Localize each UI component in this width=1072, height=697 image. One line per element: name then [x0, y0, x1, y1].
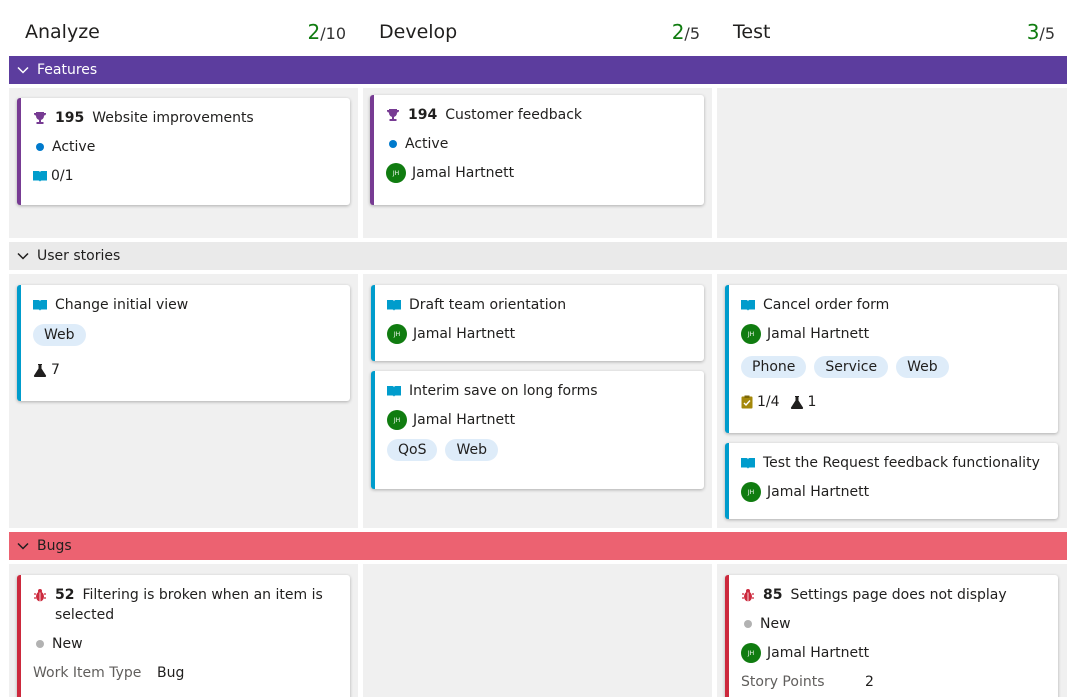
wip-count: 2/5 — [671, 20, 700, 44]
state-label: New — [52, 636, 83, 652]
column-header-test[interactable]: Test 3/5 — [717, 12, 1067, 52]
bug-icon — [742, 589, 754, 602]
work-item-id: 194 — [408, 107, 438, 123]
trophy-icon — [34, 112, 46, 124]
trophy-icon — [387, 109, 399, 121]
lane-header-user-stories[interactable]: User stories — [9, 242, 1067, 270]
lane-header-features[interactable]: Features — [9, 56, 1067, 84]
card-title[interactable]: 52 Filtering is broken when an item is se… — [55, 585, 338, 625]
book-icon — [387, 300, 401, 311]
card-story-cancel-order-form[interactable]: Cancel order form JH Jamal Hartnett Phon… — [725, 285, 1058, 433]
column-header-analyze[interactable]: Analyze 2/10 — [9, 12, 358, 52]
card-title[interactable]: Test the Request feedback functionality — [763, 453, 1040, 473]
tag[interactable]: QoS — [387, 439, 438, 461]
test-count[interactable]: 1 — [790, 394, 816, 410]
avatar: JH — [741, 482, 761, 502]
flask-icon — [33, 364, 47, 377]
column-title: Develop — [379, 21, 458, 43]
card-story-test-request-feedback[interactable]: Test the Request feedback functionality … — [725, 443, 1058, 519]
clipboard-check-icon — [741, 395, 753, 409]
column-header-develop[interactable]: Develop 2/5 — [363, 12, 712, 52]
card-title[interactable]: Customer feedback — [445, 105, 582, 125]
chevron-down-icon[interactable] — [17, 64, 29, 76]
child-progress[interactable]: 0/1 — [33, 168, 74, 184]
card-feature-194[interactable]: 194 Customer feedback Active JH Jamal Ha… — [370, 95, 704, 205]
column-title: Test — [733, 21, 771, 43]
field-value[interactable]: 2 — [865, 674, 874, 690]
assignee-name[interactable]: Jamal Hartnett — [413, 326, 515, 342]
avatar: JH — [741, 324, 761, 344]
cell-bugs-develop — [363, 564, 712, 697]
bug-icon — [34, 589, 46, 602]
field-value[interactable]: Bug — [157, 665, 184, 681]
book-icon — [741, 300, 755, 311]
work-item-id: 52 — [55, 587, 75, 603]
assignee-name[interactable]: Jamal Hartnett — [412, 165, 514, 181]
assignee-name[interactable]: Jamal Hartnett — [767, 645, 869, 661]
cell-features-test — [717, 88, 1067, 238]
field-label: Work Item Type — [33, 665, 142, 681]
card-title[interactable]: Change initial view — [55, 295, 188, 315]
book-icon — [33, 171, 47, 182]
tag[interactable]: Web — [445, 439, 499, 461]
state-label: Active — [405, 136, 449, 152]
card-title[interactable]: Settings page does not display — [790, 585, 1006, 605]
flask-icon — [790, 396, 803, 409]
assignee-name[interactable]: Jamal Hartnett — [413, 412, 515, 428]
book-icon — [387, 386, 401, 397]
state-label: Active — [52, 139, 96, 155]
tag[interactable]: Service — [814, 356, 889, 378]
card-title[interactable]: Interim save on long forms — [409, 381, 598, 401]
task-progress[interactable]: 1/4 — [741, 394, 780, 410]
card-title[interactable]: Draft team orientation — [409, 295, 566, 315]
card-feature-195[interactable]: 195 Website improvements Active 0/1 — [17, 98, 350, 205]
field-label: Story Points — [741, 674, 825, 690]
avatar: JH — [386, 163, 406, 183]
avatar: JH — [387, 410, 407, 430]
work-item-id: 85 — [763, 587, 783, 603]
lane-title: Features — [37, 62, 98, 78]
card-bug-85[interactable]: 85 Settings page does not display New JH… — [725, 575, 1058, 697]
state-new-icon — [744, 620, 752, 628]
lane-title: Bugs — [37, 538, 72, 554]
tag[interactable]: Phone — [741, 356, 807, 378]
state-active-icon — [389, 140, 397, 148]
chevron-down-icon[interactable] — [17, 540, 29, 552]
state-new-icon — [36, 640, 44, 648]
book-icon — [33, 300, 47, 311]
test-count[interactable]: 7 — [33, 362, 60, 378]
card-story-change-initial-view[interactable]: Change initial view Web 7 — [17, 285, 350, 401]
wip-count: 3/5 — [1026, 20, 1055, 44]
lane-title: User stories — [37, 248, 121, 264]
assignee-name[interactable]: Jamal Hartnett — [767, 484, 869, 500]
state-label: New — [760, 616, 791, 632]
avatar: JH — [387, 324, 407, 344]
wip-count: 2/10 — [307, 20, 346, 44]
tag[interactable]: Web — [33, 324, 86, 346]
book-icon — [741, 458, 755, 469]
assignee-name[interactable]: Jamal Hartnett — [767, 326, 869, 342]
card-title[interactable]: Cancel order form — [763, 295, 889, 315]
work-item-id: 195 — [55, 110, 85, 126]
lane-header-bugs[interactable]: Bugs — [9, 532, 1067, 560]
card-story-interim-save[interactable]: Interim save on long forms JH Jamal Hart… — [371, 371, 704, 489]
state-active-icon — [36, 143, 44, 151]
card-story-draft-team-orientation[interactable]: Draft team orientation JH Jamal Hartnett — [371, 285, 704, 361]
avatar: JH — [741, 643, 761, 663]
column-title: Analyze — [25, 21, 100, 43]
chevron-down-icon[interactable] — [17, 250, 29, 262]
tag[interactable]: Web — [896, 356, 949, 378]
card-bug-52[interactable]: 52 Filtering is broken when an item is se… — [17, 575, 350, 697]
card-title[interactable]: Website improvements — [92, 108, 254, 128]
